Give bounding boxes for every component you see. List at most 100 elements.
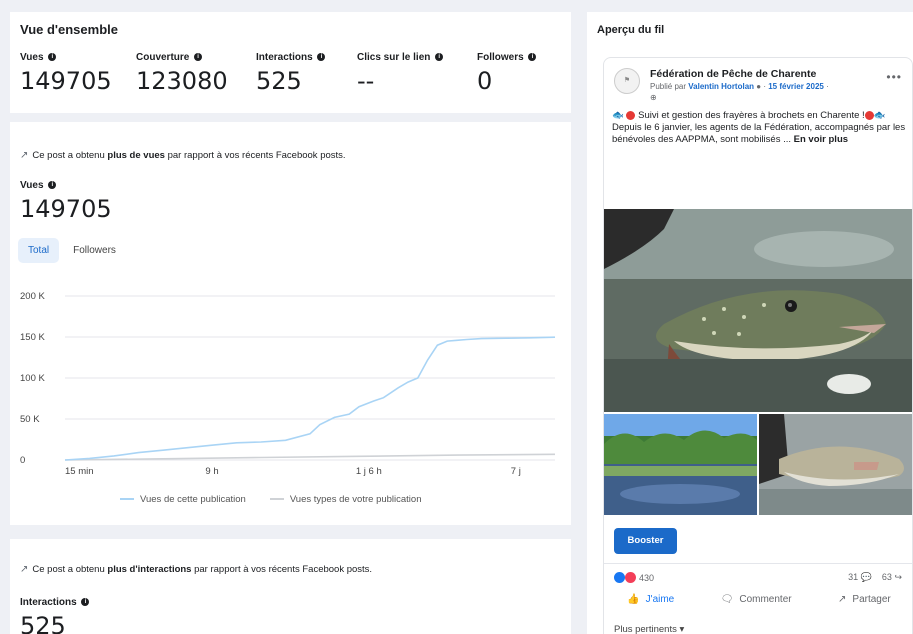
share-icon: ↗ [838, 594, 847, 605]
fishing-emoji-icon: 🐟 [873, 110, 886, 121]
insight-bold: plus de vues [107, 150, 165, 161]
tab-total[interactable]: Total [18, 238, 60, 263]
post-photo-pike-release[interactable] [759, 414, 912, 515]
love-reaction-icon [625, 572, 636, 583]
insight-text: Ce post a obtenu [32, 150, 108, 161]
y-tick-label: 0 [20, 455, 25, 466]
info-icon[interactable]: i [81, 598, 90, 607]
byline-prefix: Publié par [650, 82, 689, 91]
post-byline: Publié par Valentin Hortolan ● · 15 févr… [650, 82, 829, 91]
y-tick-label: 100 K [20, 373, 45, 384]
feed-preview-card: Aperçu du fil ⚑ Fédération de Pêche de C… [587, 12, 913, 634]
metric-value: 0 [477, 67, 493, 95]
globe-icon: ⊕ [650, 93, 657, 102]
views-chart-card: ↗ Ce post a obtenu plus de vues par rappo… [10, 122, 571, 525]
legend-label: Vues types de votre publication [289, 494, 422, 505]
tab-followers[interactable]: Followers [63, 238, 126, 263]
info-icon[interactable]: i [48, 53, 57, 62]
comment-icon: 💬 [860, 572, 872, 582]
series-line [64, 453, 556, 461]
views-line-chart: 0 50 K 100 K 150 K 200 K 15 min 9 h 1 j 6 h 7 j [20, 291, 556, 477]
like-button[interactable]: 👍 J'aime [627, 594, 674, 605]
post-date-link[interactable]: 15 février 2025 [768, 82, 824, 91]
overview-card: Vue d'ensemble Vues i 149705 Couverture … [10, 12, 571, 113]
comment-sort-dropdown[interactable]: Plus pertinents ▾ [614, 624, 684, 634]
insight-text: par rapport à vos récents Facebook posts… [164, 150, 346, 161]
red-circle-icon [626, 110, 636, 120]
engagement-counts: 31 💬 63 ↪ [848, 572, 902, 583]
series-line [64, 336, 556, 461]
y-tick-label: 50 K [20, 414, 40, 425]
share-count[interactable]: 63 ↪ [882, 572, 902, 583]
post-photo-pike[interactable] [604, 209, 912, 412]
fishing-emoji-icon: 🐟 [612, 110, 624, 121]
post-preview: ⚑ Fédération de Pêche de Charente Publié… [603, 57, 913, 634]
metric-interactions[interactable]: Interactions i 525 [256, 52, 326, 95]
overview-title: Vue d'ensemble [20, 22, 118, 37]
trend-up-icon: ↗ [20, 150, 29, 161]
metric-label: Couverture [136, 52, 190, 63]
metric-value: 525 [256, 67, 302, 95]
legend-item-series-2[interactable]: Vues types de votre publication [269, 494, 422, 505]
reaction-count: 430 [639, 572, 655, 583]
interactions-card: ↗ Ce post a obtenu plus d'interactions pa… [10, 539, 571, 634]
info-icon[interactable]: i [317, 53, 326, 62]
post-text-line: Depuis le 6 janvier, les agents de la Fé… [612, 122, 906, 145]
metric-reach[interactable]: Couverture i 123080 [136, 52, 228, 95]
thumbs-up-icon: 👍 [627, 594, 640, 605]
y-tick-label: 150 K [20, 332, 45, 343]
metric-label: Interactions [20, 597, 77, 608]
views-insight: ↗ Ce post a obtenu plus de vues par rappo… [20, 150, 346, 161]
x-tick-label: 9 h [205, 466, 218, 477]
metric-label: Clics sur le lien [357, 52, 431, 63]
metric-label: Vues [20, 180, 44, 191]
chart-tabs: Total Followers [18, 238, 126, 263]
interactions-insight: ↗ Ce post a obtenu plus d'interactions pa… [20, 564, 372, 575]
post-photo-meadow[interactable] [604, 414, 757, 515]
page-name[interactable]: Fédération de Pêche de Charente [650, 68, 816, 80]
reaction-summary[interactable]: 430 [614, 572, 654, 583]
comment-icon: 🗨 [720, 594, 734, 605]
chart-legend: Vues de cette publication Vues types de … [120, 494, 422, 505]
interactions-metric: Interactions i 525 [20, 597, 90, 634]
metric-views[interactable]: Vues i 149705 [20, 52, 112, 95]
legend-item-series-1[interactable]: Vues de cette publication [120, 494, 246, 505]
insight-text: Ce post a obtenu [32, 564, 108, 575]
share-button[interactable]: ↗ Partager [838, 594, 891, 605]
legend-label: Vues de cette publication [140, 494, 246, 505]
red-circle-icon [864, 110, 874, 120]
comment-button[interactable]: 🗨 Commenter [721, 594, 792, 605]
page-avatar[interactable]: ⚑ [614, 68, 640, 94]
comment-count[interactable]: 31 💬 [848, 572, 872, 583]
metric-label: Vues [20, 52, 44, 63]
metric-label: Followers [477, 52, 524, 63]
metric-value: 525 [20, 612, 66, 634]
insight-bold: plus d'interactions [107, 564, 192, 575]
metric-value: -- [357, 67, 375, 95]
x-tick-label: 1 j 6 h [356, 466, 382, 477]
post-text-line: Suivi et gestion des frayères à brochets… [638, 110, 865, 121]
x-tick-label: 15 min [65, 466, 94, 477]
metric-value: 149705 [20, 195, 112, 223]
divider [604, 563, 912, 564]
metric-followers[interactable]: Followers i 0 [477, 52, 537, 95]
post-actions: 👍 J'aime 🗨 Commenter ↗ Partager [604, 594, 912, 605]
metric-value: 149705 [20, 67, 112, 95]
see-more-link[interactable]: En voir plus [794, 134, 848, 145]
more-options-icon[interactable]: ••• [886, 70, 902, 84]
metric-label: Interactions [256, 52, 313, 63]
info-icon[interactable]: i [528, 53, 537, 62]
post-text: 🐟 Suivi et gestion des frayères à broche… [612, 110, 906, 146]
info-icon[interactable]: i [194, 53, 203, 62]
info-icon[interactable]: i [48, 181, 57, 190]
views-metric: Vues i 149705 [20, 180, 112, 223]
author-link[interactable]: Valentin Hortolan [688, 82, 754, 91]
boost-button[interactable]: Booster [614, 528, 677, 554]
metric-link-clicks[interactable]: Clics sur le lien i -- [357, 52, 444, 95]
info-icon[interactable]: i [435, 53, 444, 62]
share-icon: ↪ [894, 572, 902, 582]
y-tick-label: 200 K [20, 291, 45, 302]
feed-title: Aperçu du fil [597, 24, 665, 36]
info-icon: ● [756, 82, 762, 91]
insight-text: par rapport à vos récents Facebook posts… [191, 564, 373, 575]
